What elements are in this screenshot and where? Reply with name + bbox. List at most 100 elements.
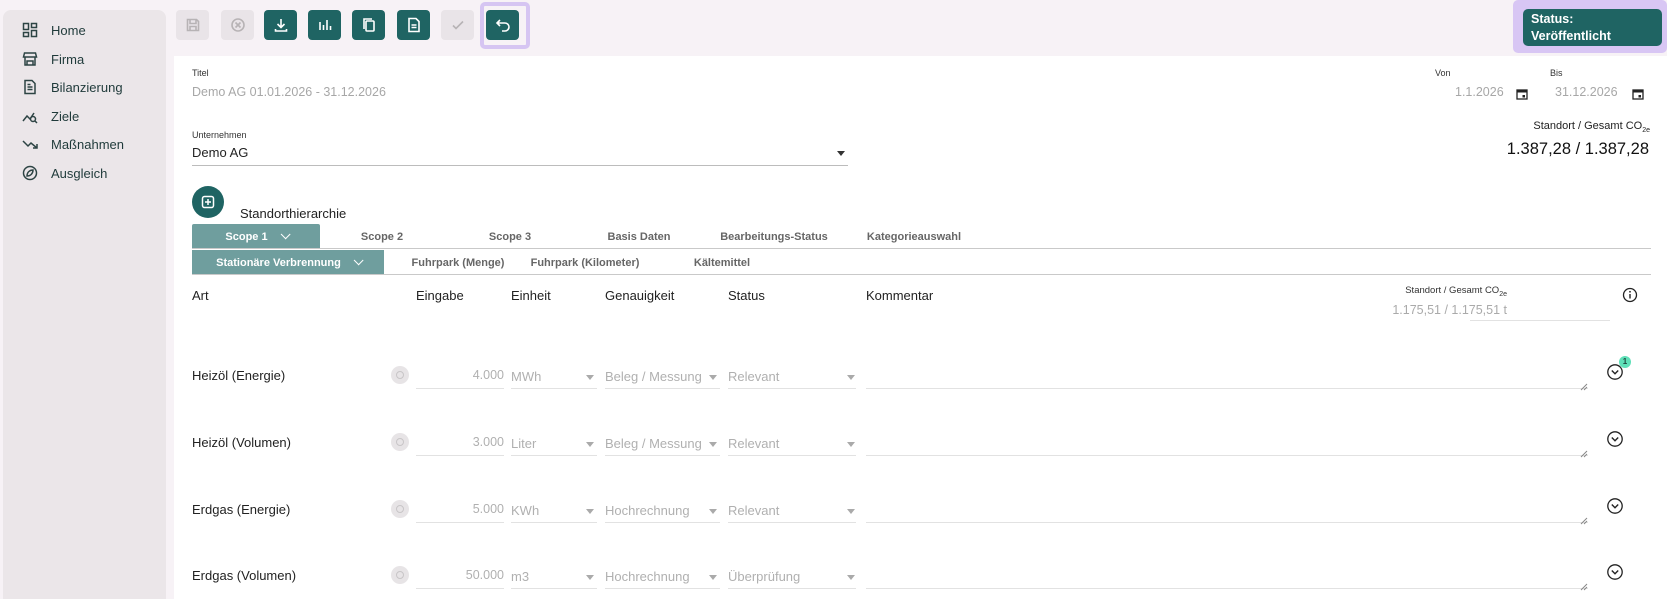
accuracy-select[interactable]: Hochrechnung xyxy=(605,503,690,518)
chart-button[interactable] xyxy=(308,10,341,40)
subtab-kaeltemittel[interactable]: Kältemittel xyxy=(684,250,760,275)
add-location-button[interactable] xyxy=(192,186,224,218)
from-date-field[interactable]: 1.1.2026 xyxy=(1455,85,1504,99)
tab-basis-daten[interactable]: Basis Daten xyxy=(594,224,684,249)
status-label: Status: xyxy=(1531,12,1574,26)
subtabs-divider xyxy=(192,274,1651,275)
unit-select[interactable]: m3 xyxy=(511,569,529,584)
tabs-divider xyxy=(192,248,1651,249)
info-icon[interactable] xyxy=(1622,287,1638,303)
total-underline xyxy=(1470,320,1610,321)
confirm-button[interactable] xyxy=(441,10,474,40)
coin-icon[interactable] xyxy=(391,433,409,451)
accuracy-underline xyxy=(605,455,720,456)
column-header-eingabe: Eingabe xyxy=(416,288,464,303)
status-select[interactable]: Relevant xyxy=(728,369,779,384)
status-button[interactable]: Status: Veröffentlicht xyxy=(1523,9,1662,46)
resize-handle-icon[interactable] xyxy=(1580,512,1588,525)
sidebar-item-label: Ausgleich xyxy=(51,165,108,181)
row-art-label: Erdgas (Volumen) xyxy=(192,568,297,583)
quantity-input[interactable]: 4.000 xyxy=(416,368,504,382)
cancel-button[interactable] xyxy=(221,10,254,40)
column-header-status: Status xyxy=(728,288,765,303)
store-icon xyxy=(22,51,38,67)
expand-chevron-icon[interactable] xyxy=(1606,497,1624,515)
column-total-value: 1.175,51 / 1.175,51 t xyxy=(1392,303,1507,317)
eco-icon xyxy=(22,165,38,181)
quantity-input[interactable]: 50.000 xyxy=(416,568,504,582)
unit-select[interactable]: KWh xyxy=(511,503,539,518)
tab-scope-3[interactable]: Scope 3 xyxy=(468,224,552,249)
accuracy-underline xyxy=(605,588,720,589)
sidebar-item-label: Firma xyxy=(51,51,85,67)
accuracy-select[interactable]: Hochrechnung xyxy=(605,569,690,584)
quantity-underline xyxy=(416,388,504,389)
dropdown-caret-icon xyxy=(847,575,855,580)
column-header-art: Art xyxy=(192,288,209,303)
to-label: Bis xyxy=(1550,68,1563,78)
unit-underline xyxy=(511,588,597,589)
resize-handle-icon[interactable] xyxy=(1580,445,1588,458)
company-underline xyxy=(192,165,848,166)
sidebar-item-ziele[interactable]: Ziele xyxy=(22,105,79,127)
company-select[interactable]: Demo AG xyxy=(192,145,248,160)
tab-kategorieauswahl[interactable]: Kategorieauswahl xyxy=(862,224,966,249)
download-button[interactable] xyxy=(264,10,297,40)
copy-button[interactable] xyxy=(352,10,385,40)
accuracy-select[interactable]: Beleg / Messung xyxy=(605,369,702,384)
total-co2-label: Standort / Gesamt CO2e xyxy=(1533,120,1650,135)
row-art-label: Heizöl (Energie) xyxy=(192,368,286,383)
trend-down-icon xyxy=(22,136,38,152)
sidebar-item-massnahmen[interactable]: Maßnahmen xyxy=(22,133,124,155)
quantity-input[interactable]: 5.000 xyxy=(416,502,504,516)
tab-bearbeitungs-status[interactable]: Bearbeitungs-Status xyxy=(714,224,834,249)
tab-scope-1[interactable]: Scope 1 xyxy=(192,224,320,249)
to-date-field[interactable]: 31.12.2026 xyxy=(1555,85,1618,99)
company-label: Unternehmen xyxy=(192,130,247,140)
status-select[interactable]: Überprüfung xyxy=(728,569,800,584)
sidebar-item-label: Bilanzierung xyxy=(51,79,123,95)
hierarchy-title: Standorthierarchie xyxy=(240,206,347,221)
download-icon xyxy=(274,19,287,32)
accuracy-select[interactable]: Beleg / Messung xyxy=(605,436,702,451)
dropdown-caret-icon[interactable] xyxy=(837,151,845,156)
undo-button[interactable] xyxy=(486,10,519,40)
save-button[interactable] xyxy=(176,10,209,40)
resize-handle-icon[interactable] xyxy=(1580,578,1588,591)
calendar-icon[interactable] xyxy=(1632,88,1644,100)
comment-field[interactable] xyxy=(866,388,1588,389)
sidebar-item-bilanzierung[interactable]: Bilanzierung xyxy=(22,76,123,98)
cancel-icon xyxy=(230,18,245,32)
column-header-genauigkeit: Genauigkeit xyxy=(605,288,675,303)
title-field[interactable]: Demo AG 01.01.2026 - 31.12.2026 xyxy=(192,85,386,99)
comment-field[interactable] xyxy=(866,588,1588,589)
unit-select[interactable]: MWh xyxy=(511,369,541,384)
sidebar-item-ausgleich[interactable]: Ausgleich xyxy=(22,162,107,184)
status-select[interactable]: Relevant xyxy=(728,436,779,451)
resize-handle-icon[interactable] xyxy=(1580,378,1588,391)
expand-chevron-icon[interactable] xyxy=(1606,430,1624,448)
dropdown-caret-icon xyxy=(586,575,594,580)
unit-select[interactable]: Liter xyxy=(511,436,536,451)
expand-chevron-icon[interactable] xyxy=(1606,563,1624,581)
subtab-fuhrpark-kilometer[interactable]: Fuhrpark (Kilometer) xyxy=(527,250,643,275)
comment-field[interactable] xyxy=(866,522,1588,523)
add-icon xyxy=(201,195,215,209)
quantity-input[interactable]: 3.000 xyxy=(416,435,504,449)
status-underline xyxy=(728,388,856,389)
subtab-stationaere-verbrennung[interactable]: Stationäre Verbrennung xyxy=(192,250,384,275)
comment-field[interactable] xyxy=(866,455,1588,456)
coin-icon[interactable] xyxy=(391,366,409,384)
status-select[interactable]: Relevant xyxy=(728,503,779,518)
dropdown-caret-icon xyxy=(847,442,855,447)
status-underline xyxy=(728,522,856,523)
coin-icon[interactable] xyxy=(391,566,409,584)
coin-icon[interactable] xyxy=(391,500,409,518)
sidebar-item-home[interactable]: Home xyxy=(22,19,86,41)
tab-scope-2[interactable]: Scope 2 xyxy=(340,224,424,249)
calendar-icon[interactable] xyxy=(1516,88,1528,100)
file-button[interactable] xyxy=(397,10,430,40)
total-co2-value: 1.387,28 / 1.387,28 xyxy=(1506,140,1649,158)
subtab-fuhrpark-menge[interactable]: Fuhrpark (Menge) xyxy=(396,250,520,275)
sidebar-item-firma[interactable]: Firma xyxy=(22,48,84,70)
